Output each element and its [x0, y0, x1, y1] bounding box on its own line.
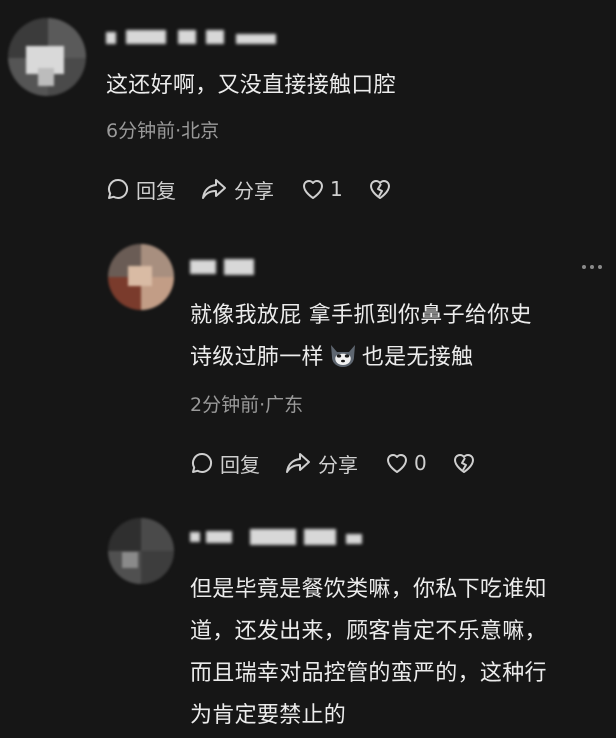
- comment-actions: 回复 分享 1: [106, 174, 393, 204]
- reply-label: 回复: [220, 452, 260, 477]
- heart-icon: [384, 451, 410, 475]
- comment-text: 而且瑞幸对品控管的蛮严的，这种行: [190, 661, 547, 686]
- like-count: 1: [330, 177, 343, 201]
- more-dots-icon[interactable]: [582, 265, 602, 269]
- reply-button[interactable]: 回复: [190, 449, 260, 478]
- comment-meta: 2分钟前·广东: [190, 394, 304, 416]
- comment-actions: 回复 分享 0: [190, 448, 477, 478]
- comment-text-part: 诗级过肺一样: [190, 345, 324, 370]
- avatar[interactable]: [8, 18, 86, 96]
- username-blurred[interactable]: [190, 258, 260, 276]
- comment-bubble-icon: [106, 177, 130, 201]
- share-arrow-icon: [284, 451, 312, 475]
- comment-text: 道，还发出来，顾客肯定不乐意嘛，: [190, 619, 547, 644]
- dislike-button[interactable]: [367, 177, 393, 201]
- comment-text: 诗级过肺一样 也是无接触: [190, 340, 473, 375]
- like-button[interactable]: 1: [300, 177, 343, 201]
- share-label: 分享: [234, 178, 274, 203]
- username-blurred[interactable]: [106, 28, 276, 46]
- username-blurred[interactable]: [190, 528, 365, 546]
- comment-text: 这还好啊，又没直接接触口腔: [106, 73, 396, 98]
- comment-bubble-icon: [190, 451, 214, 475]
- like-count: 0: [414, 451, 427, 475]
- comment-text: 为肯定要禁止的: [190, 703, 347, 728]
- share-arrow-icon: [200, 177, 228, 201]
- avatar[interactable]: [108, 244, 174, 310]
- reply-label: 回复: [136, 178, 176, 203]
- reply-button[interactable]: 回复: [106, 175, 176, 204]
- comment-text-part: 也是无接触: [361, 345, 474, 370]
- husky-dog-emoji: [328, 343, 358, 369]
- comment-text: 就像我放屁 拿手抓到你鼻子给你史: [190, 303, 532, 328]
- share-button[interactable]: 分享: [200, 175, 274, 204]
- heart-icon: [300, 177, 326, 201]
- broken-heart-icon: [367, 177, 393, 201]
- broken-heart-icon: [451, 451, 477, 475]
- share-button[interactable]: 分享: [284, 449, 358, 478]
- comment-meta: 6分钟前·北京: [106, 120, 220, 142]
- avatar[interactable]: [108, 518, 174, 584]
- share-label: 分享: [318, 452, 358, 477]
- like-button[interactable]: 0: [384, 451, 427, 475]
- comment-text: 但是毕竟是餐饮类嘛，你私下吃谁知: [190, 577, 547, 602]
- dislike-button[interactable]: [451, 451, 477, 475]
